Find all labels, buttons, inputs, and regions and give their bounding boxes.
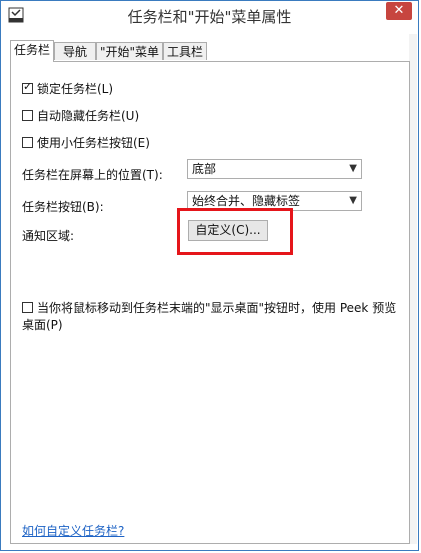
peek-checkbox[interactable]: [22, 302, 33, 313]
tab-navigation[interactable]: 导航: [54, 42, 96, 60]
notification-area-label: 通知区域:: [22, 229, 75, 243]
auto-hide-option[interactable]: 自动隐藏任务栏(U): [22, 107, 139, 124]
taskbar-buttons-label: 任务栏按钮(B):: [22, 200, 104, 214]
auto-hide-label: 自动隐藏任务栏(U): [37, 109, 140, 123]
window-title: 任务栏和"开始"菜单属性: [127, 8, 292, 26]
lock-taskbar-option[interactable]: 锁定任务栏(L): [22, 80, 113, 97]
customize-help-link[interactable]: 如何自定义任务栏?: [22, 522, 124, 539]
taskbar-buttons-value: 始终合并、隐藏标签: [192, 194, 301, 208]
lock-taskbar-label: 锁定任务栏(L): [37, 82, 114, 96]
position-label: 任务栏在屏幕上的位置(T):: [22, 168, 163, 182]
peek-label: 当你将鼠标移动到任务栏末端的"显示桌面"按钮时，使用 Peek 预览桌面(P): [22, 301, 397, 332]
tab-taskbar[interactable]: 任务栏: [10, 40, 54, 62]
chevron-down-icon: ▼: [349, 195, 357, 206]
close-button[interactable]: ✕: [386, 2, 412, 20]
scrollbar[interactable]: [409, 34, 417, 544]
title-bar[interactable]: 任务栏和"开始"菜单属性 ✕: [1, 1, 418, 33]
position-select[interactable]: 底部 ▼: [187, 159, 362, 179]
position-value: 底部: [192, 162, 217, 176]
tab-start-menu[interactable]: "开始"菜单: [96, 42, 163, 60]
highlight-box: [177, 208, 293, 255]
lock-taskbar-checkbox[interactable]: [22, 80, 33, 94]
properties-window: 任务栏和"开始"菜单属性 ✕ 任务栏 导航 "开始"菜单 工具栏 锁定任务栏(L…: [0, 0, 419, 551]
small-buttons-checkbox[interactable]: [22, 137, 33, 148]
auto-hide-checkbox[interactable]: [22, 110, 33, 121]
small-buttons-label: 使用小任务栏按钮(E): [37, 136, 150, 150]
close-icon: ✕: [393, 3, 405, 18]
chevron-down-icon: ▼: [349, 163, 357, 174]
small-buttons-option[interactable]: 使用小任务栏按钮(E): [22, 134, 150, 151]
tab-panel: 锁定任务栏(L) 自动隐藏任务栏(U) 使用小任务栏按钮(E) 任务栏在屏幕上的…: [10, 61, 410, 544]
tab-toolbars[interactable]: 工具栏: [163, 42, 207, 60]
peek-option[interactable]: 当你将鼠标移动到任务栏末端的"显示桌面"按钮时，使用 Peek 预览桌面(P): [22, 299, 407, 333]
